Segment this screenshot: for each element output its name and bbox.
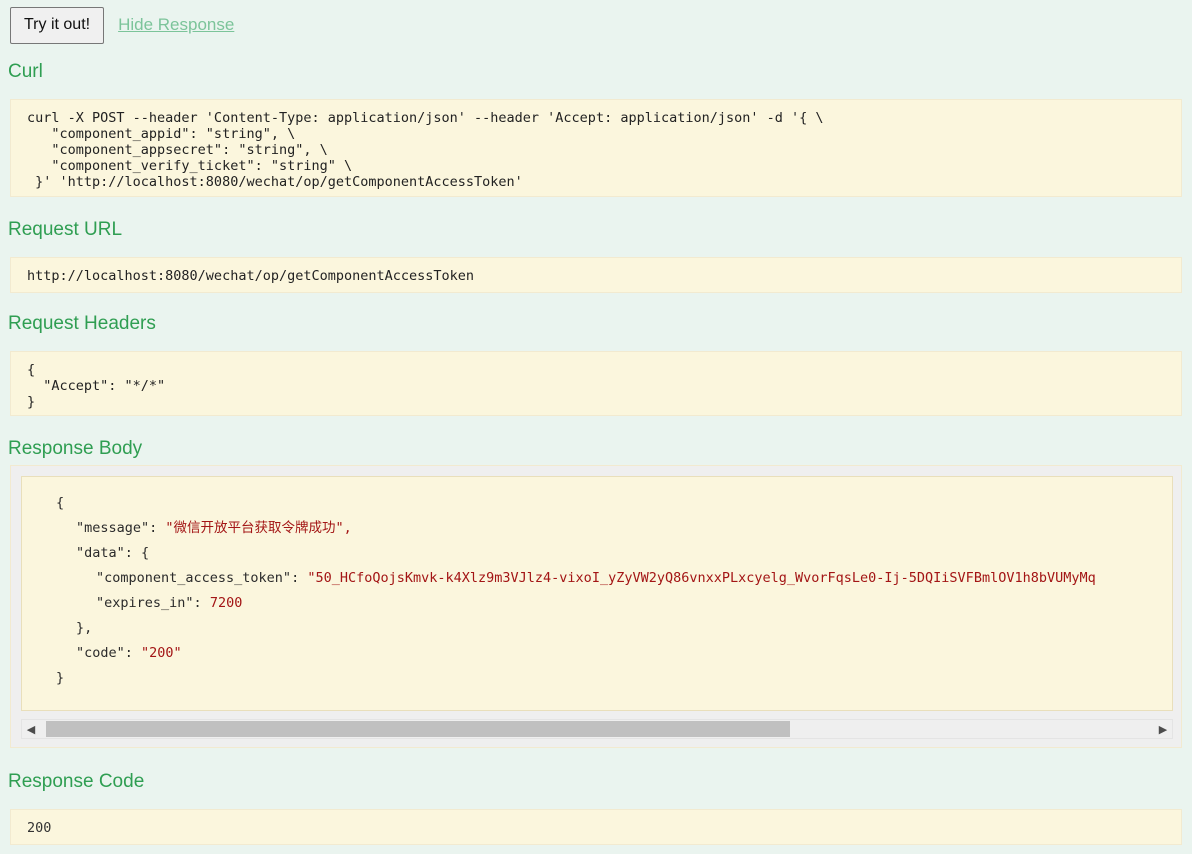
json-value-message: "微信开放平台获取令牌成功", (165, 520, 352, 536)
json-value-expires-in: 7200 (209, 595, 243, 611)
curl-command-block: curl -X POST --header 'Content-Type: app… (10, 99, 1182, 197)
scroll-right-arrow-icon[interactable]: ▶ (1154, 720, 1172, 738)
response-code-value: 200 (10, 809, 1182, 845)
curl-line: "component_appsecret": "string", \ (27, 142, 328, 158)
curl-line: }' 'http://localhost:8080/wechat/op/getC… (27, 174, 523, 190)
try-it-out-button[interactable]: Try it out! (10, 6, 105, 44)
json-data-close: }, (76, 620, 93, 636)
hide-response-link[interactable]: Hide Response (118, 15, 234, 35)
request-headers-value: { "Accept": "*/*" } (10, 351, 1182, 416)
action-row: Try it out! Hide Response (10, 5, 234, 45)
response-body-section-title: Response Body (8, 438, 143, 459)
json-key-component-access-token: "component_access_token": (96, 570, 300, 586)
request-headers-section-title: Request Headers (8, 313, 156, 334)
response-body-container: { "message": "微信开放平台获取令牌成功", "data": { "com… (10, 465, 1182, 748)
curl-line: "component_verify_ticket": "string" \ (27, 158, 353, 174)
curl-line: "component_appid": "string", \ (27, 126, 296, 142)
curl-line: curl -X POST --header 'Content-Type: app… (27, 110, 824, 126)
scrollbar-thumb[interactable] (46, 721, 790, 737)
json-key-data: "data": { (76, 545, 150, 561)
response-code-section-title: Response Code (8, 771, 145, 792)
response-body-horizontal-scrollbar[interactable]: ◀ ▶ (21, 719, 1173, 739)
response-body-json: { "message": "微信开放平台获取令牌成功", "data": { "com… (21, 476, 1173, 711)
json-key-message: "message": (76, 520, 158, 536)
swagger-response-panel: Try it out! Hide Response Curl curl -X P… (0, 0, 1192, 854)
json-open-brace: { (56, 495, 65, 511)
json-key-expires-in: "expires_in": (96, 595, 202, 611)
json-value-code: "200" (141, 645, 182, 661)
json-value-component-access-token: "50_HCfoQojsKmvk-k4Xlz9m3VJlz4-vixoI_yZy… (307, 570, 1096, 586)
curl-section-title: Curl (8, 61, 43, 82)
scroll-left-arrow-icon[interactable]: ◀ (22, 720, 40, 738)
request-url-value: http://localhost:8080/wechat/op/getCompo… (10, 257, 1182, 293)
json-close-brace: } (56, 670, 65, 686)
request-url-section-title: Request URL (8, 219, 123, 240)
json-key-code: "code": (76, 645, 133, 661)
